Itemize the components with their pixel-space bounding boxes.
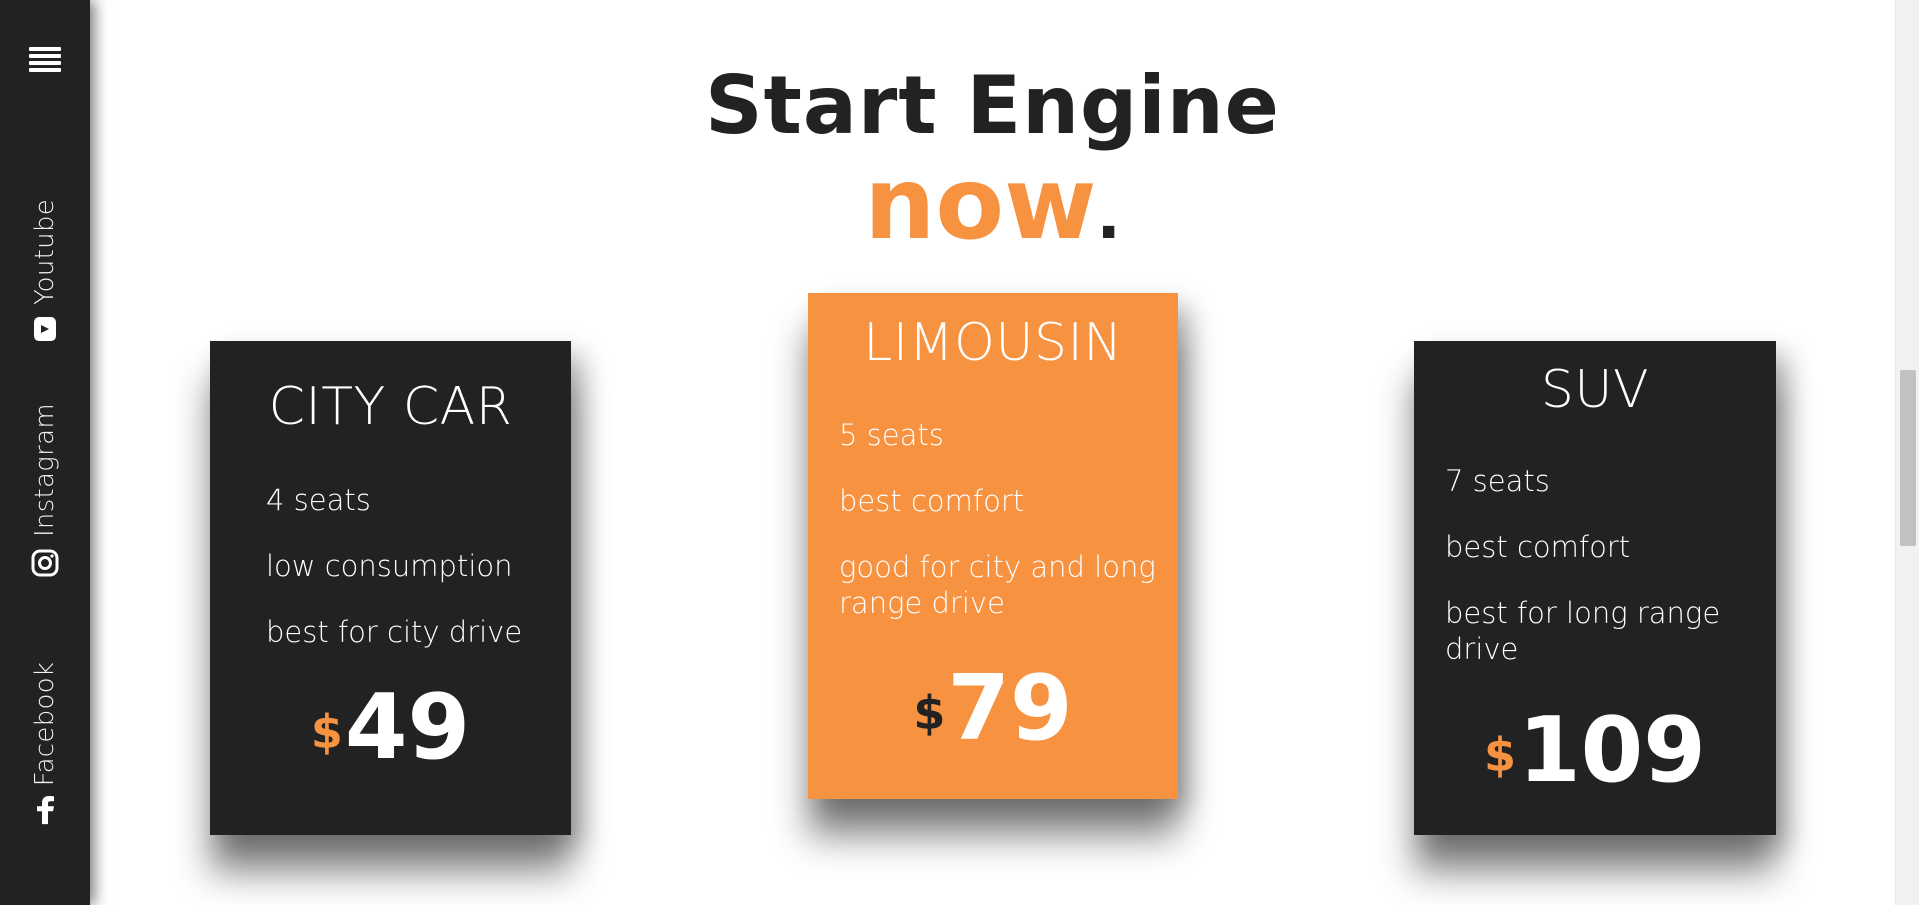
currency-symbol: $ xyxy=(1484,728,1517,782)
card-title: SUV xyxy=(1540,360,1650,420)
feature-item: best for long range drive xyxy=(1445,596,1721,666)
instagram-icon xyxy=(31,549,59,577)
feature-item: 5 seats xyxy=(839,418,944,452)
price-limousin: $79 xyxy=(808,664,1178,754)
section-heading: Start Engine now. xyxy=(90,56,1895,267)
sidebar-link-label: Youtube xyxy=(30,198,60,306)
currency-symbol: $ xyxy=(310,705,343,759)
price-value: 79 xyxy=(947,656,1073,761)
feature-item: good for city and long range drive xyxy=(839,550,1156,620)
scrollbar[interactable] xyxy=(1895,0,1919,905)
sidebar-link-instagram[interactable]: Instagram xyxy=(30,403,60,577)
sidebar-link-label: Facebook xyxy=(30,661,60,787)
currency-symbol: $ xyxy=(913,686,946,740)
heading-line-2: now. xyxy=(90,154,1895,267)
feature-list: 4 seats low consumption best for city dr… xyxy=(266,482,522,680)
heading-dot: . xyxy=(1096,180,1121,254)
price-suv: $109 xyxy=(1414,706,1776,796)
sidebar-link-youtube[interactable]: Youtube xyxy=(30,198,60,342)
feature-item: 7 seats xyxy=(1445,464,1550,498)
feature-item: 4 seats xyxy=(266,483,371,517)
feature-item: low consumption xyxy=(266,549,513,583)
card-title: LIMOUSIN xyxy=(863,313,1123,373)
feature-list: 5 seats best comfort good for city and l… xyxy=(839,417,1169,651)
heading-line-1: Start Engine xyxy=(705,59,1280,152)
feature-item: best for city drive xyxy=(266,615,523,649)
youtube-icon xyxy=(33,316,57,342)
price-value: 49 xyxy=(344,675,471,780)
facebook-icon xyxy=(34,794,56,825)
feature-item: best comfort xyxy=(1445,530,1631,564)
price-value: 109 xyxy=(1518,698,1706,803)
sidebar-link-facebook[interactable]: Facebook xyxy=(30,661,60,825)
price-city-car: $49 xyxy=(210,683,571,773)
card-title: CITY CAR xyxy=(268,377,513,437)
heading-accent: now xyxy=(864,145,1097,262)
scrollbar-thumb[interactable] xyxy=(1900,370,1916,546)
feature-list: 7 seats best comfort best for long range… xyxy=(1445,463,1765,697)
hamburger-menu-icon[interactable] xyxy=(29,47,61,73)
feature-item: best comfort xyxy=(839,484,1025,518)
sidebar: Youtube Instagram Facebook xyxy=(0,0,90,905)
sidebar-link-label: Instagram xyxy=(30,402,60,538)
